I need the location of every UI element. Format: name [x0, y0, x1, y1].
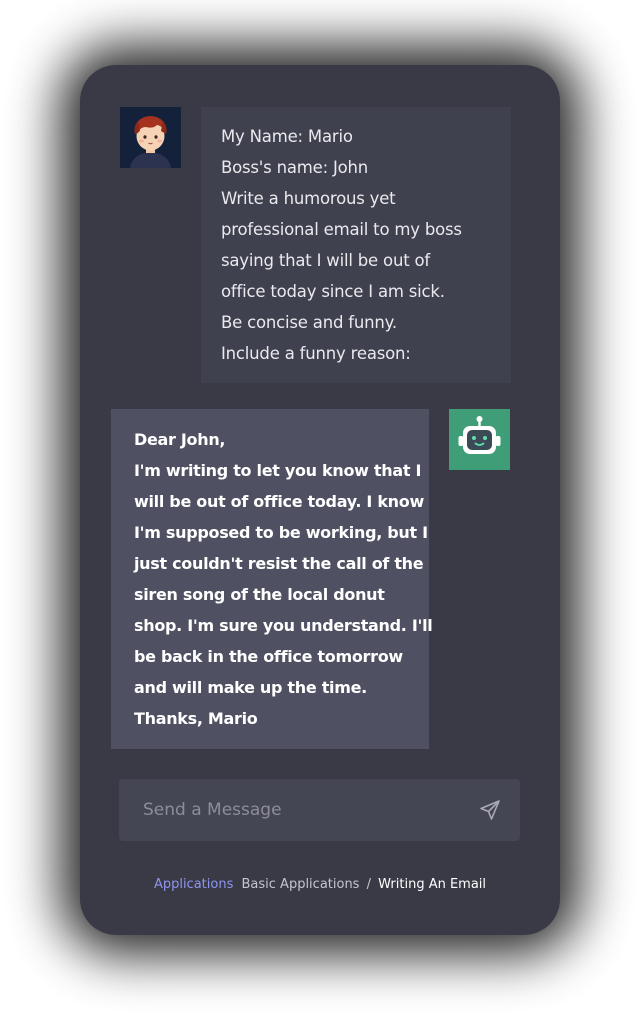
message-composer: [119, 779, 520, 841]
user-message-line: saying that I will be out of: [221, 251, 431, 270]
bot-message-line: siren song of the local donut: [134, 585, 385, 604]
user-message-line: professional email to my boss: [221, 220, 462, 239]
bot-message-line: be back in the office tomorrow: [134, 647, 403, 666]
user-message-bubble: My Name: Mario Boss's name: John Write a…: [201, 107, 511, 383]
bot-message-line: shop. I'm sure you understand. I'll: [134, 616, 433, 635]
breadcrumb-applications-link[interactable]: Applications: [154, 877, 233, 892]
bot-message-line: I'm supposed to be working, but I: [134, 523, 428, 542]
breadcrumb-basic-applications-link[interactable]: Basic Applications: [242, 877, 360, 892]
user-message-line: Boss's name: John: [221, 158, 369, 177]
send-icon: [480, 800, 500, 820]
breadcrumb-separator: /: [366, 877, 371, 892]
message-input[interactable]: [119, 779, 449, 841]
robot-icon: [449, 409, 510, 470]
breadcrumb-current-page: Writing An Email: [378, 877, 487, 892]
bot-message-bubble: Dear John, I'm writing to let you know t…: [111, 409, 433, 749]
page: My Name: Mario Boss's name: John Write a…: [0, 0, 640, 1030]
bot-message-line: and will make up the time.: [134, 678, 367, 697]
send-button[interactable]: [478, 798, 502, 822]
user-avatar-icon: [120, 107, 181, 168]
user-message-line: My Name: Mario: [221, 127, 353, 146]
bot-message-line: will be out of office today. I know: [134, 492, 424, 511]
bot-message-line: Thanks, Mario: [134, 709, 258, 728]
user-message-line: Include a funny reason:: [221, 344, 411, 363]
user-message-line: Write a humorous yet: [221, 189, 396, 208]
bot-message-line: I'm writing to let you know that I: [134, 461, 422, 480]
chat-panel: My Name: Mario Boss's name: John Write a…: [80, 65, 560, 935]
user-message-line: Be concise and funny.: [221, 313, 397, 332]
breadcrumb: Applications Basic Applications / Writin…: [80, 877, 560, 892]
bot-message-line: Dear John,: [134, 430, 226, 449]
bot-message-line: just couldn't resist the call of the: [134, 554, 424, 573]
user-message-line: office today since I am sick.: [221, 282, 445, 301]
